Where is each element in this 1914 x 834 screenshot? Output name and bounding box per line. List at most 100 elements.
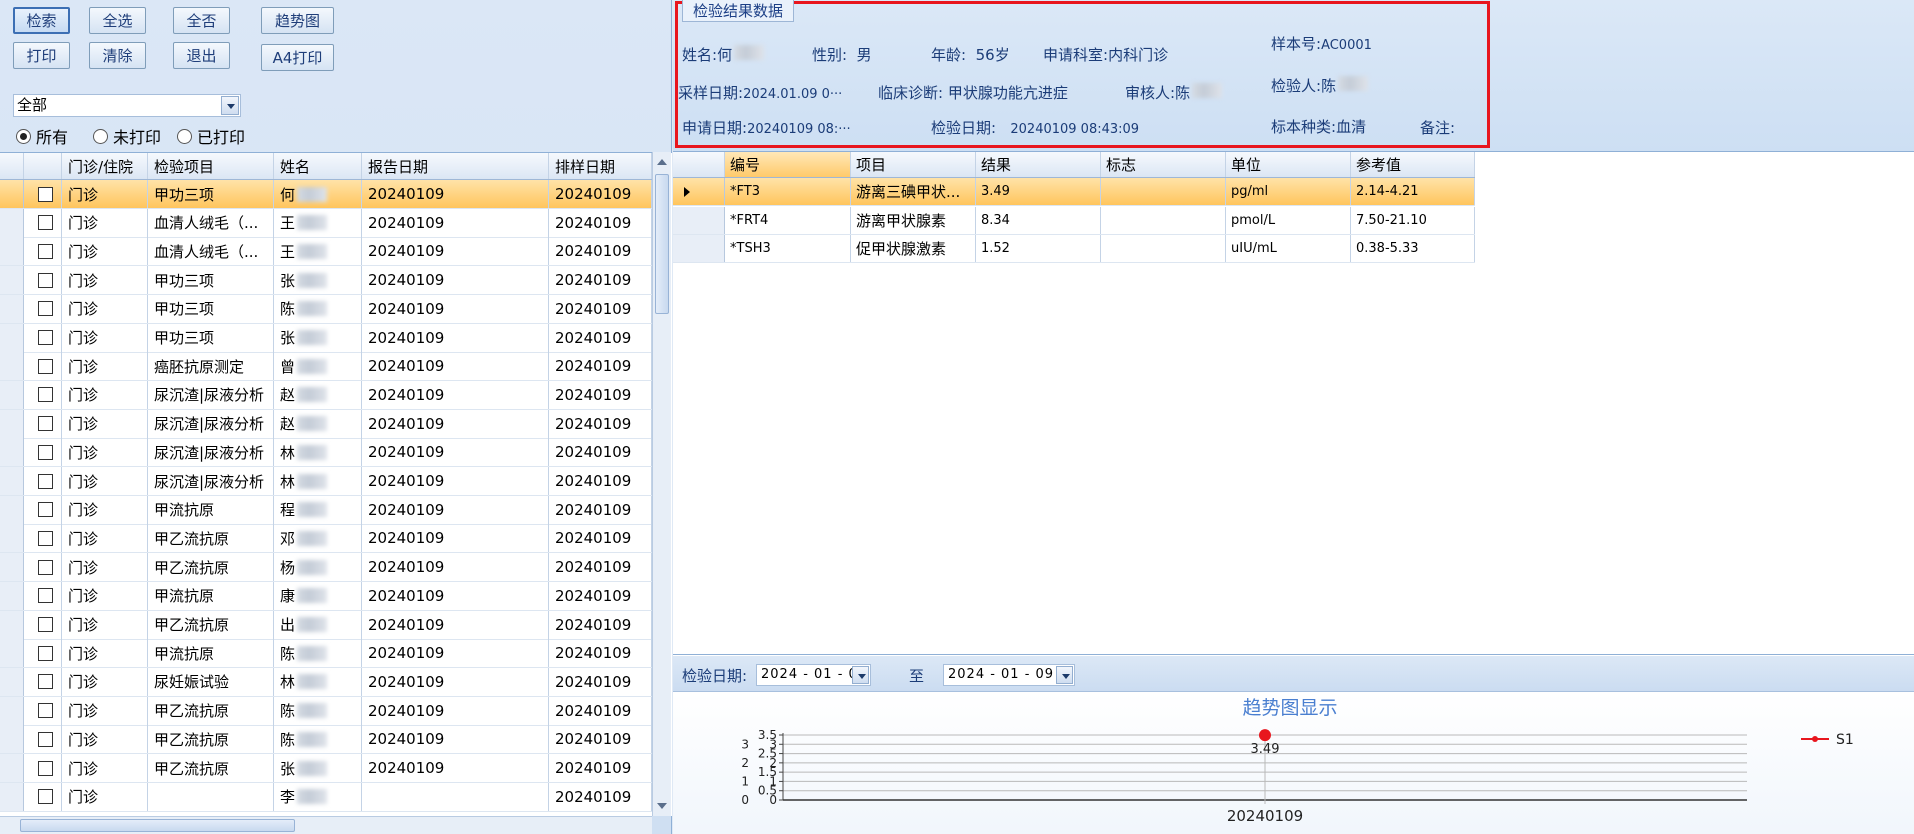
row-checkbox-cell[interactable] — [24, 409, 62, 438]
print-button[interactable]: 打印 — [13, 42, 70, 69]
table-row[interactable]: 门诊 甲功三项张 20240109 20240109 — [0, 323, 652, 353]
checkbox[interactable] — [38, 760, 53, 776]
row-checkbox-cell[interactable] — [24, 266, 62, 295]
checkbox[interactable] — [38, 444, 53, 460]
row-header[interactable] — [673, 178, 725, 205]
vertical-scrollbar[interactable] — [652, 152, 671, 816]
table-row[interactable]: 门诊 甲乙流抗原出 20240109 20240109 — [0, 610, 652, 640]
row-checkbox-cell[interactable] — [24, 696, 62, 725]
column-header-name[interactable]: 姓名 — [274, 153, 362, 179]
a4-print-button[interactable]: A4打印 — [261, 44, 334, 71]
row-checkbox-cell[interactable] — [24, 495, 62, 524]
corner-cell[interactable] — [0, 153, 24, 179]
row-header[interactable] — [0, 725, 24, 754]
row-header[interactable] — [0, 610, 24, 639]
row-header[interactable] — [0, 352, 24, 381]
table-row[interactable]: 门诊 李 20240109 — [0, 782, 652, 812]
exit-button[interactable]: 退出 — [173, 42, 230, 69]
row-checkbox-cell[interactable] — [24, 667, 62, 696]
radio-printed[interactable]: 已打印 — [177, 124, 245, 148]
table-row[interactable]: 门诊 尿妊娠试验林 20240109 20240109 — [0, 667, 652, 697]
row-header[interactable] — [0, 782, 24, 811]
chevron-down-icon[interactable] — [1056, 666, 1073, 684]
select-all-button[interactable]: 全选 — [89, 7, 146, 34]
row-checkbox-cell[interactable] — [24, 581, 62, 610]
row-header[interactable] — [0, 754, 24, 782]
row-checkbox-cell[interactable] — [24, 380, 62, 409]
checkbox[interactable] — [38, 588, 53, 604]
row-header[interactable] — [0, 323, 24, 352]
row-checkbox-cell[interactable] — [24, 438, 62, 467]
checkbox[interactable] — [38, 387, 53, 403]
scroll-thumb[interactable] — [20, 819, 295, 832]
row-header[interactable] — [0, 639, 24, 668]
category-select[interactable]: 全部 — [13, 94, 241, 117]
checkbox[interactable] — [38, 731, 53, 747]
table-row[interactable]: 门诊 甲功三项陈 20240109 20240109 — [0, 294, 652, 324]
row-header[interactable] — [0, 524, 24, 553]
checkbox-column-header[interactable] — [24, 153, 62, 179]
checkbox[interactable] — [38, 789, 53, 805]
deselect-all-button[interactable]: 全否 — [173, 7, 230, 34]
checkbox[interactable] — [38, 703, 53, 719]
radio-all[interactable]: 所有 — [16, 124, 68, 148]
radio-unprinted[interactable]: 未打印 — [93, 124, 161, 148]
table-row[interactable]: 门诊 甲乙流抗原陈 20240109 20240109 — [0, 725, 652, 755]
column-header-sort-date[interactable]: 排样日期 — [549, 153, 652, 179]
row-header[interactable] — [0, 495, 24, 524]
table-row[interactable]: 门诊 尿沉渣|尿液分析林 20240109 20240109 — [0, 467, 652, 496]
checkbox[interactable] — [38, 272, 53, 288]
column-header-item[interactable]: 项目 — [851, 152, 976, 177]
radio-dot-icon[interactable] — [16, 128, 31, 144]
row-header[interactable] — [673, 235, 725, 262]
table-row[interactable]: 门诊 甲功三项何 20240109 20240109 — [0, 180, 652, 209]
row-header[interactable] — [0, 380, 24, 409]
checkbox[interactable] — [38, 215, 53, 231]
row-checkbox-cell[interactable] — [24, 553, 62, 582]
scroll-up-icon[interactable] — [657, 159, 667, 165]
row-checkbox-cell[interactable] — [24, 208, 62, 237]
column-header-ref[interactable]: 参考值 — [1351, 152, 1475, 177]
checkbox[interactable] — [38, 674, 53, 690]
chevron-down-icon[interactable] — [221, 96, 239, 115]
column-header-unit[interactable]: 单位 — [1226, 152, 1351, 177]
radio-dot-icon[interactable] — [177, 128, 192, 144]
row-checkbox-cell[interactable] — [24, 524, 62, 553]
checkbox[interactable] — [38, 559, 53, 575]
search-button[interactable]: 检索 — [13, 7, 70, 34]
checkbox[interactable] — [38, 301, 53, 317]
scroll-down-icon[interactable] — [657, 803, 667, 809]
row-header[interactable] — [0, 438, 24, 467]
clear-button[interactable]: 清除 — [89, 42, 146, 69]
table-row[interactable]: *TSH3 促甲状腺激素 1.52 uIU/mL 0.38-5.33 — [673, 235, 1475, 263]
checkbox[interactable] — [38, 617, 53, 632]
table-row[interactable]: *FT3 游离三碘甲状... 3.49 pg/ml 2.14-4.21 — [673, 178, 1475, 206]
table-row[interactable]: 门诊 甲乙流抗原杨 20240109 20240109 — [0, 553, 652, 583]
table-row[interactable]: 门诊 甲流抗原程 20240109 20240109 — [0, 495, 652, 525]
table-row[interactable]: 门诊 甲流抗原陈 20240109 20240109 — [0, 639, 652, 669]
column-header-flag[interactable]: 标志 — [1101, 152, 1226, 177]
trend-chart-button[interactable]: 趋势图 — [261, 7, 334, 34]
row-checkbox-cell[interactable] — [24, 294, 62, 323]
row-header[interactable] — [0, 696, 24, 725]
table-row[interactable]: 门诊 尿沉渣|尿液分析林 20240109 20240109 — [0, 438, 652, 468]
row-header[interactable] — [0, 237, 24, 266]
checkbox[interactable] — [38, 330, 53, 345]
row-header[interactable] — [0, 553, 24, 582]
table-row[interactable]: 门诊 癌胚抗原测定曾 20240109 20240109 — [0, 352, 652, 382]
table-row[interactable]: 门诊 血清人绒毛（... 王 20240109 20240109 — [0, 237, 652, 267]
table-row[interactable]: *FRT4 游离甲状腺素 8.34 pmol/L 7.50-21.10 — [673, 206, 1475, 235]
row-header[interactable] — [673, 206, 725, 234]
row-header[interactable] — [0, 667, 24, 696]
checkbox[interactable] — [38, 502, 53, 518]
table-row[interactable]: 门诊 甲乙流抗原张 20240109 20240109 — [0, 754, 652, 783]
row-checkbox-cell[interactable] — [24, 782, 62, 811]
table-row[interactable]: 门诊 甲功三项张 20240109 20240109 — [0, 266, 652, 296]
column-header-result[interactable]: 结果 — [976, 152, 1101, 177]
corner-cell[interactable] — [673, 152, 725, 177]
checkbox[interactable] — [38, 645, 53, 661]
row-header[interactable] — [0, 467, 24, 495]
date-from-picker[interactable]: 2024 - 01 - 09 — [756, 664, 871, 686]
row-checkbox-cell[interactable] — [24, 754, 62, 782]
row-checkbox-cell[interactable] — [24, 639, 62, 668]
